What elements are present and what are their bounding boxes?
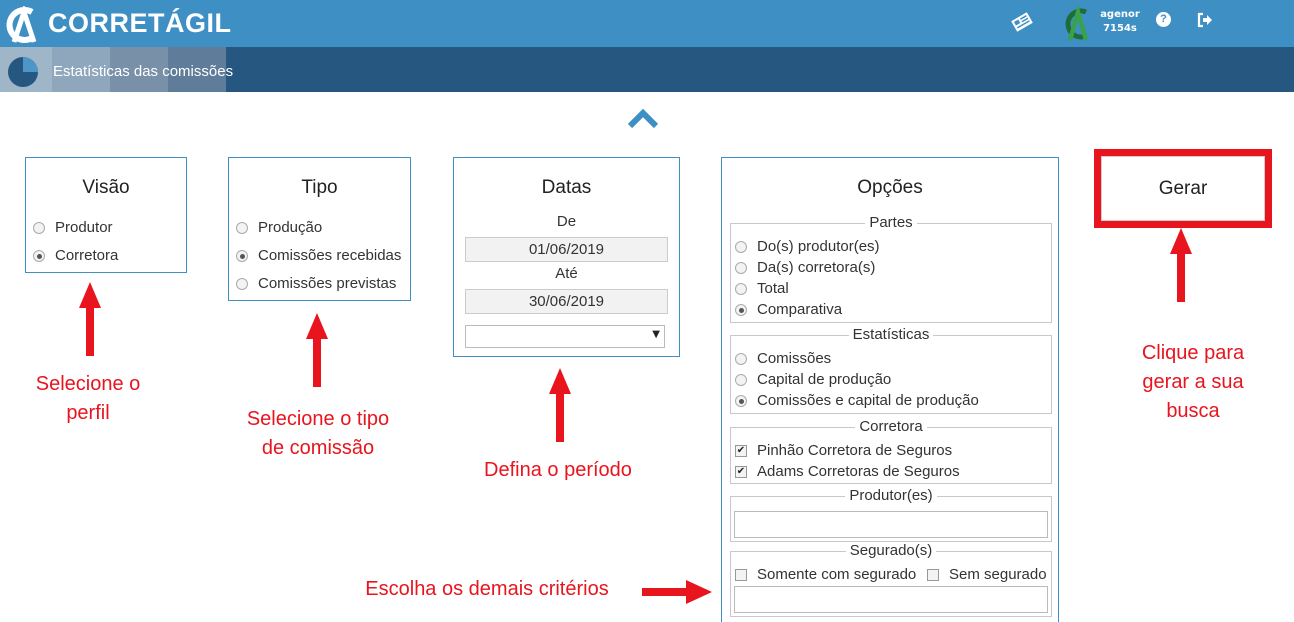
opcoes-panel: Opções Partes Do(s) produtor(es) Da(s) c… [721, 157, 1059, 622]
radio-button[interactable] [735, 240, 747, 253]
checkbox[interactable]: ✔ [735, 444, 747, 457]
radio-comissoes[interactable]: Comissões [735, 350, 831, 367]
segurados-input[interactable] [734, 586, 1048, 613]
checkbox-somente-com-segurado[interactable]: Somente com segurado [735, 566, 916, 583]
radio-button[interactable] [735, 303, 747, 316]
to-label: Até [555, 265, 578, 282]
radio-button[interactable] [236, 221, 248, 234]
visao-panel: Visão Produtor Corretora [25, 157, 187, 273]
arrow-right-icon [642, 580, 712, 604]
checkbox[interactable] [735, 568, 747, 581]
page-title: Estatísticas das comissões [53, 63, 234, 80]
annotation-criterios: Escolha os demais critérios [365, 578, 609, 600]
radio-produtores[interactable]: Do(s) produtor(es) [735, 238, 880, 255]
fieldset-legend: Segurado(s) [731, 542, 1051, 559]
radio-button[interactable] [735, 394, 747, 407]
radio-producao[interactable]: Produção [236, 219, 322, 236]
checkbox-sem-segurado[interactable]: Sem segurado [927, 566, 1047, 583]
radio-produtor[interactable]: Produtor [33, 219, 113, 236]
date-from-input[interactable]: 01/06/2019 [465, 237, 668, 262]
panel-title: Tipo [301, 177, 338, 198]
fieldset-legend: Partes [731, 214, 1051, 231]
radio-button[interactable] [33, 221, 45, 234]
radio-button[interactable] [735, 261, 747, 274]
arrow-up-icon [306, 313, 328, 387]
panel-title: Visão [82, 177, 130, 198]
radio-button[interactable] [735, 282, 747, 295]
panel-title: Opções [857, 177, 923, 198]
partes-fieldset: Partes Do(s) produtor(es) Da(s) corretor… [730, 214, 1052, 323]
corretora-fieldset: Corretora ✔ Pinhão Corretora de Seguros ✔… [730, 418, 1052, 484]
fieldset-legend: Produtor(es) [731, 487, 1051, 504]
help-icon[interactable]: ? [1156, 12, 1171, 27]
user-name: agenor [1100, 9, 1140, 20]
logout-icon[interactable] [1197, 12, 1213, 28]
checkbox-adams[interactable]: ✔ Adams Corretoras de Seguros [735, 463, 960, 480]
produtores-fieldset: Produtor(es) [730, 487, 1052, 542]
section-bar: Estatísticas das comissões [0, 47, 1294, 92]
radio-button[interactable] [735, 373, 747, 386]
estatisticas-fieldset: Estatísticas Comissões Capital de produç… [730, 326, 1052, 414]
logo-icon[interactable] [2, 6, 40, 44]
checkbox-pinhao[interactable]: ✔ Pinhão Corretora de Seguros [735, 442, 952, 459]
fieldset-legend: Corretora [731, 418, 1051, 435]
dropdown-arrow-icon: ▼ [652, 329, 660, 340]
user-code: 7154s [1103, 23, 1137, 34]
radio-capital[interactable]: Capital de produção [735, 371, 891, 388]
radio-corretora[interactable]: Corretora [33, 247, 118, 264]
annotation-periodo: Defina o período [484, 459, 632, 481]
tipo-panel: Tipo Produção Comissões recebidas Comiss… [228, 157, 411, 301]
from-label: De [556, 213, 577, 230]
radio-comissoes-recebidas[interactable]: Comissões recebidas [236, 247, 401, 264]
annotation-tipo: Selecione o tipo de comissão [246, 408, 390, 459]
date-to-input[interactable]: 30/06/2019 [465, 289, 668, 314]
annotation-perfil: Selecione o perfil [35, 373, 141, 424]
period-select[interactable]: ▼ [465, 325, 665, 348]
produtores-input[interactable] [734, 511, 1048, 538]
panel-title: Datas [541, 177, 592, 198]
radio-button[interactable] [735, 352, 747, 365]
news-icon[interactable] [1010, 10, 1034, 34]
fieldset-legend: Estatísticas [731, 326, 1051, 343]
segurados-fieldset: Segurado(s) Somente com segurado Sem seg… [730, 542, 1052, 617]
radio-corretoras[interactable]: Da(s) corretora(s) [735, 259, 875, 276]
chevron-up-icon[interactable] [627, 108, 659, 130]
radio-button[interactable] [236, 277, 248, 290]
checkbox[interactable] [927, 568, 939, 581]
radio-comissoes-capital[interactable]: Comissões e capital de produção [735, 392, 979, 409]
arrow-up-icon [549, 368, 571, 442]
pie-chart-icon [8, 57, 38, 87]
app-name[interactable]: CORRETÁGIL [48, 8, 232, 39]
radio-total[interactable]: Total [735, 280, 789, 297]
radio-comparativa[interactable]: Comparativa [735, 301, 842, 318]
radio-button[interactable] [33, 249, 45, 262]
top-bar: CORRETÁGIL agenor 7154s ? [0, 0, 1294, 47]
gerar-button[interactable]: Gerar [1101, 156, 1265, 221]
checkbox[interactable]: ✔ [735, 465, 747, 478]
annotation-gerar: Clique para gerar a sua busca [1141, 342, 1245, 422]
arrow-up-icon [1170, 228, 1192, 302]
radio-comissoes-previstas[interactable]: Comissões previstas [236, 275, 396, 292]
radio-button[interactable] [236, 249, 248, 262]
avatar[interactable] [1060, 6, 1094, 42]
arrow-up-icon [79, 282, 101, 356]
datas-panel: Datas De 01/06/2019 Até 30/06/2019 ▼ [453, 157, 680, 357]
